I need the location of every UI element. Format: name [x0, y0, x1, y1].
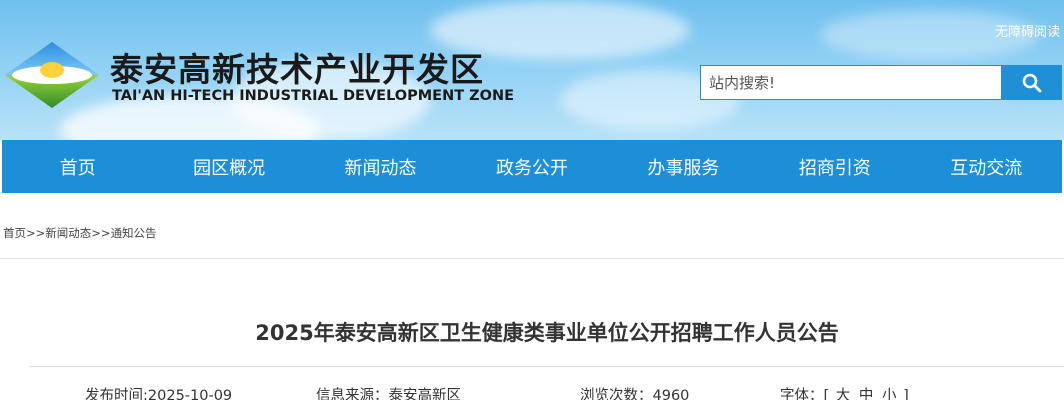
breadcrumb: 首页>>新闻动态>>通知公告 — [3, 224, 157, 242]
font-size-medium-button[interactable]: 中 — [857, 388, 876, 400]
breadcrumb-news[interactable]: 新闻动态 — [45, 226, 91, 240]
view-count: 浏览次数：4960 — [580, 386, 689, 400]
breadcrumb-separator: >> — [91, 226, 111, 240]
font-size-label: 字体： — [780, 388, 824, 400]
nav-item-government-affairs[interactable]: 政务公开 — [456, 140, 607, 193]
search-button[interactable] — [1002, 65, 1062, 100]
breadcrumb-notices[interactable]: 通知公告 — [111, 226, 157, 240]
nav-item-park-overview[interactable]: 园区概况 — [153, 140, 304, 193]
view-count-label: 浏览次数： — [580, 388, 653, 400]
font-size-bracket-close: ] — [903, 388, 909, 400]
breadcrumb-home[interactable]: 首页 — [3, 226, 26, 240]
nav-item-home[interactable]: 首页 — [2, 140, 153, 193]
nav-item-investment[interactable]: 招商引资 — [759, 140, 910, 193]
site-search-input[interactable] — [700, 65, 1002, 100]
view-count-value: 4960 — [652, 388, 690, 400]
search-icon — [1022, 73, 1042, 92]
info-source: 信息来源：泰安高新区 — [316, 386, 461, 400]
accessible-reading-link[interactable]: 无障碍阅读 — [995, 24, 1060, 42]
title-divider — [30, 366, 1064, 367]
info-source-value: 泰安高新区 — [388, 388, 462, 400]
logo-icon[interactable] — [3, 40, 101, 110]
article-title: 2025年泰安高新区卫生健康类事业单位公开招聘工作人员公告 — [255, 321, 839, 345]
font-size-small-button[interactable]: 小 — [880, 388, 899, 400]
publish-date-value: 2025-10-09 — [147, 388, 233, 400]
nav-item-news[interactable]: 新闻动态 — [305, 140, 456, 193]
publish-date-label: 发布时间: — [85, 388, 148, 400]
publish-date: 发布时间:2025-10-09 — [85, 386, 232, 400]
site-logo-subtitle[interactable]: TAI'AN HI-TECH INDUSTRIAL DEVELOPMENT ZO… — [112, 86, 522, 106]
font-size-bracket-open: [ — [823, 388, 830, 400]
font-size-control: 字体：[ 大 中 小 ] — [780, 386, 909, 400]
main-nav: 首页 园区概况 新闻动态 政务公开 办事服务 招商引资 互动交流 — [2, 140, 1062, 193]
font-size-large-button[interactable]: 大 — [834, 388, 853, 400]
breadcrumb-divider — [0, 258, 1064, 259]
nav-item-services[interactable]: 办事服务 — [608, 140, 759, 193]
nav-item-interaction[interactable]: 互动交流 — [911, 140, 1062, 193]
info-source-label: 信息来源： — [316, 388, 389, 400]
site-logo-title[interactable]: 泰安高新技术产业开发区 — [110, 50, 520, 90]
breadcrumb-separator: >> — [26, 226, 46, 240]
